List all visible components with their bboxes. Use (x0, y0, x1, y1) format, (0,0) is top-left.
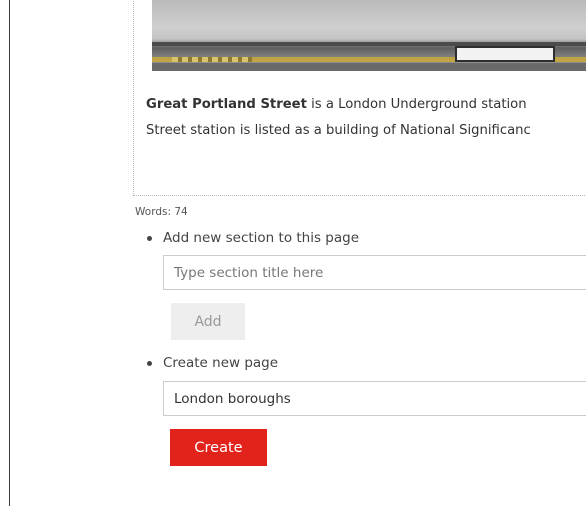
article-line-1: Great Portland Street is a London Underg… (146, 92, 586, 118)
photo-platform-marking (172, 57, 252, 62)
add-section-button[interactable]: Add (171, 303, 245, 340)
article-line-2: Street station is listed as a building o… (146, 123, 531, 138)
bullet-icon (147, 361, 152, 366)
article-editor[interactable]: Great Portland Street is a London Underg… (133, 0, 586, 196)
photo-sign-plate (455, 46, 555, 62)
left-border-divider (9, 0, 10, 506)
station-photo (152, 0, 586, 71)
create-page-button[interactable]: Create (170, 429, 267, 466)
add-section-label: Add new section to this page (163, 230, 360, 246)
article-paragraph: Great Portland Street is a London Underg… (146, 92, 586, 144)
photo-platform-floor (152, 63, 586, 71)
article-line-1-rest: is a London Underground station (306, 97, 527, 112)
bullet-icon (147, 236, 152, 241)
section-title-input[interactable] (163, 255, 586, 290)
article-title-bold: Great Portland Street (146, 97, 307, 112)
page: Great Portland Street is a London Underg… (0, 0, 586, 506)
new-page-title-input[interactable] (163, 381, 586, 416)
word-count: Words: 74 (135, 206, 188, 218)
create-page-label: Create new page (163, 355, 279, 371)
